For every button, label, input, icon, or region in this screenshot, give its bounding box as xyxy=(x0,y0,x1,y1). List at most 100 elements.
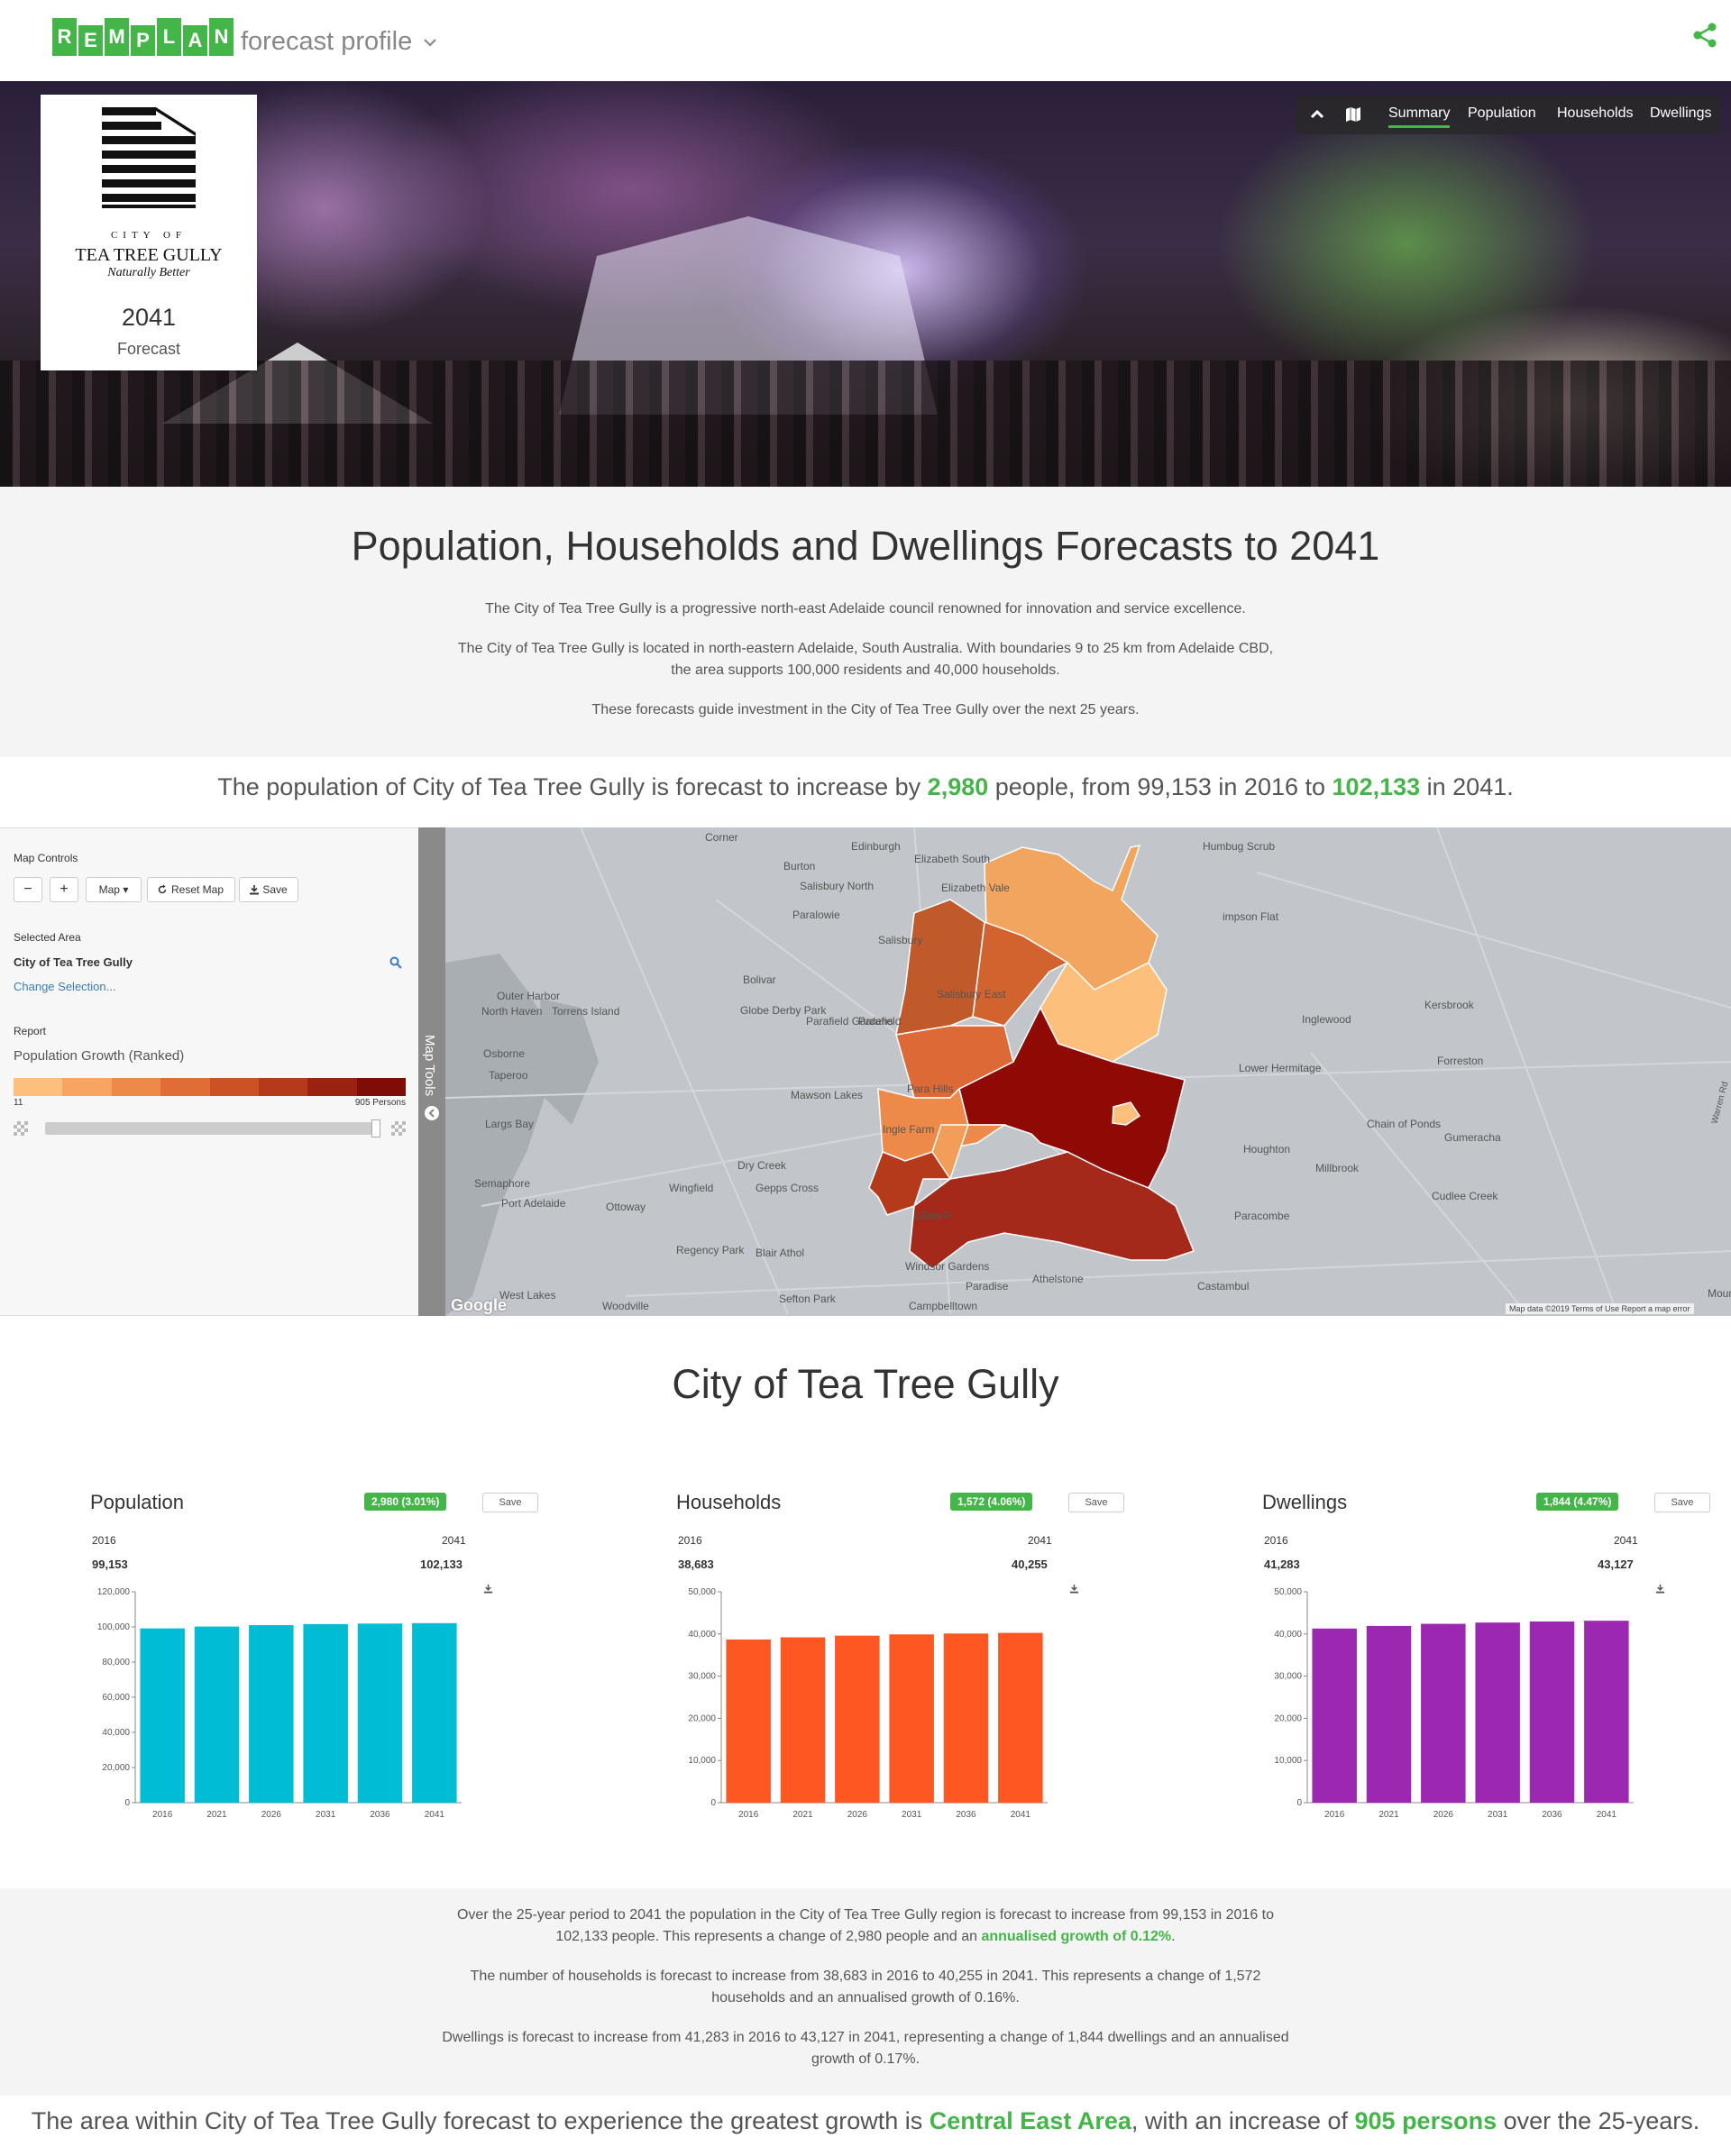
report-name[interactable]: Population Growth (Ranked) xyxy=(14,1048,184,1064)
bar xyxy=(1584,1621,1629,1803)
map-place-label: West Lakes xyxy=(499,1289,556,1302)
bar xyxy=(412,1622,457,1803)
map-controls-panel: Map Controls − + Map ▾ Reset Map Save Se… xyxy=(0,827,418,1316)
google-logo: Google xyxy=(451,1296,507,1314)
chart-save-button[interactable]: Save xyxy=(1654,1493,1710,1594)
search-icon[interactable] xyxy=(389,956,402,969)
y-tick-label: 0 xyxy=(710,1798,716,1808)
chart-save-button[interactable]: Save xyxy=(1068,1493,1124,1594)
x-tick-label: 2016 xyxy=(1324,1810,1345,1820)
x-tick-label: 2031 xyxy=(902,1810,922,1820)
end-year: 2041 xyxy=(442,1534,466,1547)
map-place-label: Dry Creek xyxy=(737,1159,787,1172)
intro-paragraph-2: The City of Tea Tree Gully is located in… xyxy=(457,641,1274,678)
map-place-label: Parafield xyxy=(858,1015,902,1028)
bar xyxy=(943,1633,989,1803)
map-water xyxy=(540,999,599,1125)
map-place-label: Paracombe xyxy=(1234,1210,1290,1222)
nav-summary[interactable]: Summary xyxy=(1388,105,1451,128)
map-attribution[interactable]: Map data ©2019 Terms of Use Report a map… xyxy=(1506,1303,1694,1314)
map-place-label: Ottoway xyxy=(606,1201,646,1213)
footer-text: The area within City of Tea Tree Gully f… xyxy=(31,2107,930,2134)
region-north-west xyxy=(895,899,985,1036)
transparent-icon xyxy=(14,1121,28,1136)
x-tick-label: 2036 xyxy=(370,1810,390,1820)
change-badge-value: 1,844 (4.47%) xyxy=(1543,1495,1612,1508)
nav-population[interactable]: Population xyxy=(1468,105,1536,122)
y-tick-label: 40,000 xyxy=(1274,1630,1302,1640)
bar xyxy=(889,1634,934,1803)
end-value: 40,255 xyxy=(1012,1558,1048,1571)
change-selection-link[interactable]: Change Selection... xyxy=(14,980,115,993)
y-tick-label: 10,000 xyxy=(688,1756,716,1766)
map-place-label: Outer Harbor xyxy=(497,990,561,1002)
nav-households[interactable]: Households xyxy=(1557,105,1634,122)
map-save-button[interactable]: Save xyxy=(239,877,298,902)
summary-paragraph-2: The number of households is forecast to … xyxy=(470,1969,1261,2005)
map-place-label: Largs Bay xyxy=(485,1118,535,1130)
x-tick-label: 2041 xyxy=(1597,1810,1617,1820)
map-place-label: Inglewood xyxy=(1302,1013,1351,1026)
map-icon[interactable] xyxy=(1343,105,1363,124)
map-type-button[interactable]: Map ▾ xyxy=(86,877,142,902)
map-place-label: Edinburgh xyxy=(851,840,901,853)
chevron-down-icon xyxy=(424,39,437,47)
start-year: 2016 xyxy=(1264,1534,1288,1547)
map-place-label: Lower Hermitage xyxy=(1239,1062,1322,1074)
map-place-label: Paralowie xyxy=(792,909,840,921)
greatest-growth-line: The area within City of Tea Tree Gully f… xyxy=(0,2107,1731,2135)
map-place-label: Taperoo xyxy=(489,1069,528,1082)
map-place-label: Ingle Farm xyxy=(883,1123,935,1136)
reset-map-button[interactable]: Reset Map xyxy=(147,877,235,902)
bar xyxy=(835,1635,880,1803)
chart-title: Dwellings xyxy=(1262,1491,1348,1513)
map-place-label: Corner xyxy=(705,831,738,844)
page-title: Population, Households and Dwellings For… xyxy=(351,523,1380,569)
end-year: 2041 xyxy=(1614,1534,1638,1547)
opacity-slider[interactable] xyxy=(45,1119,380,1137)
opacity-slider-handle[interactable] xyxy=(371,1119,380,1137)
chevron-up-icon[interactable] xyxy=(1307,105,1327,124)
footer-text: , with an increase of xyxy=(1131,2107,1355,2134)
map-save-label: Save xyxy=(262,883,288,896)
map-view[interactable]: Corner Edinburgh Burton Elizabeth South Eliz… xyxy=(445,827,1731,1316)
chart-save-button[interactable]: Save xyxy=(482,1493,538,1594)
zoom-in-button[interactable]: + xyxy=(50,877,78,902)
product-name: forecast profile xyxy=(241,27,413,56)
bar-chart: 0 20,000 40,000 60,000 80,000 100,000 120,000 2… xyxy=(97,1587,462,1820)
product-menu[interactable]: forecast profile xyxy=(241,27,437,57)
legend-min: 11 xyxy=(14,1098,23,1108)
remplan-logo[interactable]: R E M P L A N xyxy=(52,18,235,56)
legend-swatch xyxy=(356,1078,406,1096)
chart-save-label: Save xyxy=(1671,1497,1694,1508)
map-place-label: Athelstone xyxy=(1032,1273,1084,1285)
zoom-out-button[interactable]: − xyxy=(14,877,42,902)
population-headline: The population of City of Tea Tree Gully… xyxy=(0,773,1731,801)
council-tagline: Naturally Better xyxy=(107,266,190,279)
map-place-label: Paradise xyxy=(966,1280,1009,1293)
map-tools-toggle[interactable]: Map Tools xyxy=(418,827,445,1316)
y-tick-label: 10,000 xyxy=(1274,1756,1302,1766)
legend-swatch xyxy=(111,1078,161,1096)
y-tick-label: 30,000 xyxy=(1274,1672,1302,1682)
map-place-label: Humbug Scrub xyxy=(1203,840,1276,853)
map-place-label: impson Flat xyxy=(1223,910,1279,923)
council-emblem-icon xyxy=(102,107,196,208)
map-controls-title: Map Controls xyxy=(14,852,78,864)
section-title: City of Tea Tree Gully xyxy=(672,1361,1059,1407)
y-tick-label: 0 xyxy=(124,1798,130,1808)
map-place-label: Millbrook xyxy=(1315,1162,1360,1174)
legend-swatch xyxy=(14,1078,63,1096)
x-tick-label: 2016 xyxy=(738,1810,759,1820)
y-tick-label: 20,000 xyxy=(1274,1713,1302,1723)
hero-crowd xyxy=(0,361,1731,487)
share-icon[interactable] xyxy=(1691,22,1718,49)
x-tick-label: 2021 xyxy=(1378,1810,1399,1820)
legend-color-bar xyxy=(14,1078,406,1096)
bar xyxy=(780,1637,826,1803)
y-tick-label: 50,000 xyxy=(688,1587,716,1597)
intro-paragraph-3: These forecasts guide investment in the … xyxy=(591,702,1140,717)
nav-dwellings[interactable]: Dwellings xyxy=(1650,105,1711,122)
headline-end-value: 102,133 xyxy=(1332,773,1421,800)
map-place-label: Salisbury North xyxy=(800,880,875,892)
